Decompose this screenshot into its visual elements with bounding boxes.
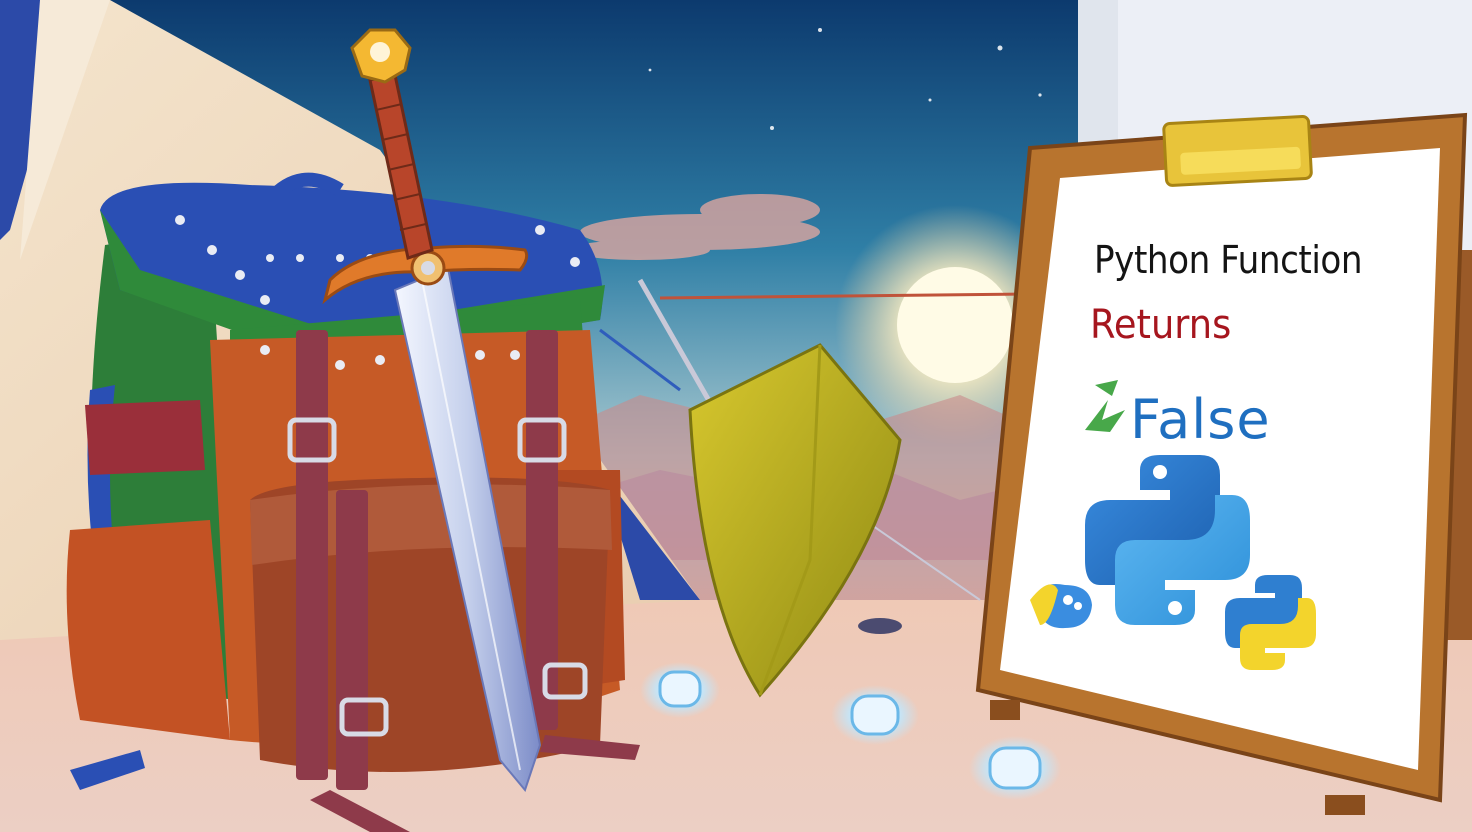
board-subtitle: Returns — [1090, 302, 1232, 348]
rock — [858, 618, 902, 634]
scene: Python Function Returns False — [0, 0, 1472, 832]
board-title: Python Function — [1094, 238, 1363, 282]
sun-core — [897, 267, 1013, 383]
board-value: False — [1130, 388, 1271, 451]
python-mascot-icon — [1030, 584, 1092, 629]
